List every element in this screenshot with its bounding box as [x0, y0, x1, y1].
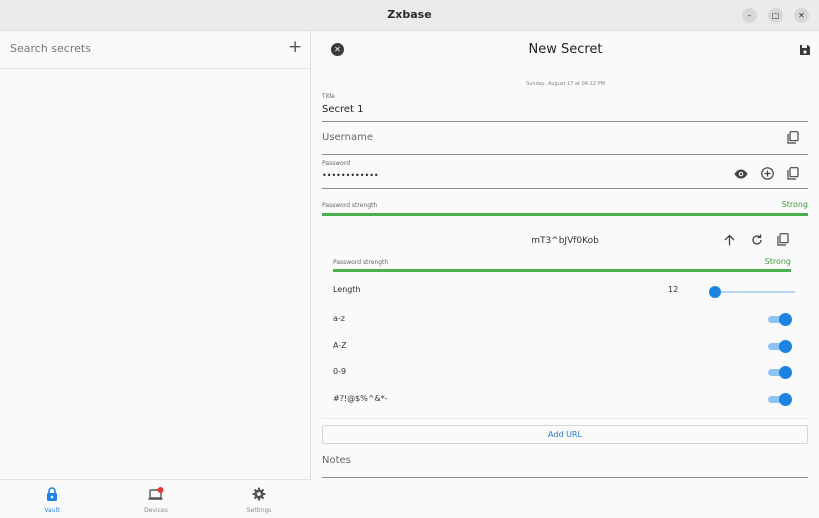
nav-label-settings: Settings	[246, 507, 272, 514]
eye-icon[interactable]	[734, 169, 748, 179]
nav-label-devices: Devices	[144, 507, 168, 514]
copy-icon[interactable]	[787, 167, 799, 180]
password-field[interactable]: Password ••••••••••••	[322, 157, 808, 189]
title-field[interactable]: Title Secret 1	[322, 91, 808, 122]
gear-icon	[252, 487, 266, 501]
title-value[interactable]: Secret 1	[322, 104, 364, 115]
option-row-uppercase: A-Z	[333, 340, 793, 354]
length-value: 12	[668, 285, 679, 294]
refresh-icon[interactable]	[751, 234, 763, 246]
username-input[interactable]: Username	[322, 132, 373, 143]
option-label: 0-9	[333, 367, 347, 376]
generator-strength-value: Strong	[764, 257, 791, 266]
password-label: Password	[322, 160, 351, 167]
generator-strength: Password strength Strong	[333, 257, 791, 273]
generator-strength-bar	[333, 269, 791, 272]
nav-item-vault[interactable]: Vault	[22, 486, 82, 514]
lock-icon	[47, 487, 57, 501]
length-slider[interactable]	[709, 286, 795, 298]
strength-value: Strong	[781, 200, 808, 209]
option-row-lowercase: a-z	[333, 313, 793, 327]
window-title: Zxbase	[387, 8, 432, 21]
generate-icon[interactable]	[761, 167, 774, 180]
notification-badge	[157, 487, 164, 493]
toggle-lowercase[interactable]	[768, 313, 793, 326]
password-value[interactable]: ••••••••••••	[322, 171, 379, 180]
window-titlebar: Zxbase – □ ✕	[0, 0, 819, 31]
notes-field[interactable]: Notes	[322, 449, 808, 478]
password-generator: mT3^bJVf0Kob Password strength Strong Le…	[322, 220, 808, 419]
generated-password: mT3^bJVf0Kob	[531, 236, 599, 246]
nav-item-settings[interactable]: Settings	[229, 486, 289, 514]
option-label: #?!@$%^&*-	[333, 394, 388, 403]
length-label: Length	[333, 285, 361, 294]
option-row-digits: 0-9	[333, 366, 793, 380]
bottom-navigation: Vault Devices Settings	[0, 479, 311, 518]
add-url-button[interactable]: Add URL	[322, 425, 808, 444]
secret-editor: ✕ New Secret Sunday, August 17 at 04:12 …	[312, 31, 819, 518]
search-row: Search secrets +	[0, 31, 311, 69]
add-secret-button[interactable]: +	[288, 37, 302, 57]
toggle-symbols[interactable]	[768, 393, 793, 406]
close-window-button[interactable]: ✕	[794, 8, 809, 23]
strength-bar	[322, 213, 808, 216]
created-date: Sunday, August 17 at 04:12 PM	[526, 81, 605, 87]
strength-label: Password strength	[322, 202, 378, 209]
toggle-digits[interactable]	[768, 366, 793, 379]
toggle-uppercase[interactable]	[768, 340, 793, 353]
nav-label-vault: Vault	[44, 507, 60, 514]
nav-item-devices[interactable]: Devices	[126, 486, 186, 514]
option-label: A-Z	[333, 341, 347, 350]
copy-icon[interactable]	[787, 131, 799, 144]
password-strength: Password strength Strong	[322, 200, 808, 218]
slider-knob[interactable]	[709, 286, 722, 298]
option-row-symbols: #?!@$%^&*-	[333, 393, 793, 407]
option-label: a-z	[333, 314, 345, 323]
arrow-up-icon[interactable]	[724, 234, 735, 246]
length-row: Length 12	[333, 282, 795, 300]
username-field[interactable]: Username	[322, 124, 808, 155]
save-icon[interactable]	[799, 44, 811, 56]
page-title: New Secret	[528, 42, 603, 57]
title-label: Title	[322, 93, 335, 100]
devices-icon	[148, 487, 164, 500]
maximize-button[interactable]: □	[768, 8, 783, 23]
notes-input[interactable]: Notes	[322, 455, 351, 466]
search-input[interactable]: Search secrets	[10, 42, 270, 55]
minimize-button[interactable]: –	[742, 8, 757, 23]
generator-strength-label: Password strength	[333, 259, 389, 266]
copy-icon[interactable]	[777, 233, 789, 246]
secrets-sidebar: Search secrets + Vault Devices Settings	[0, 31, 311, 518]
slider-track	[711, 291, 795, 293]
